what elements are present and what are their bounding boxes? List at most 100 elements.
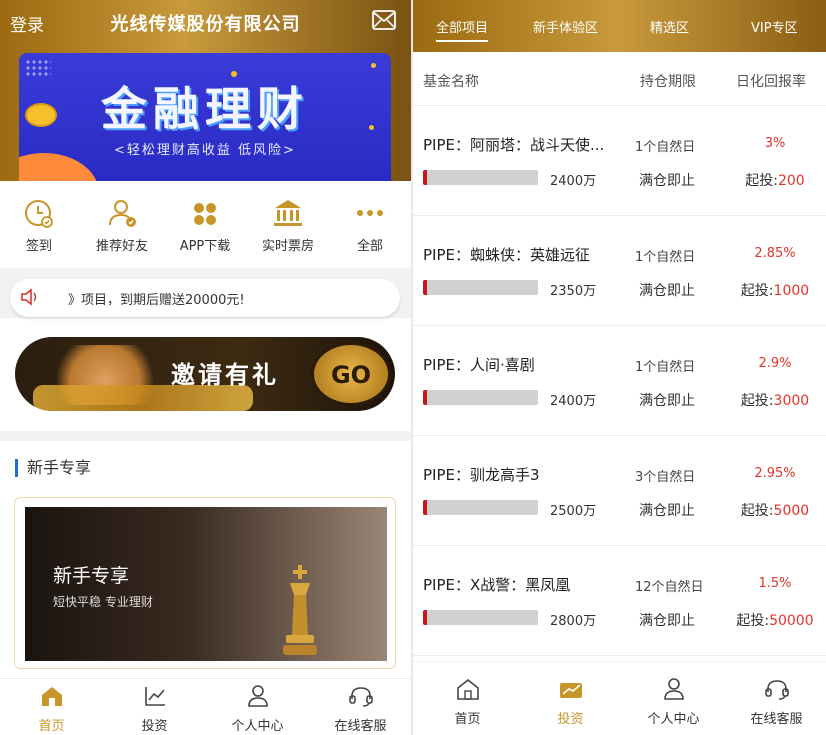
- nav-home[interactable]: 首页: [416, 678, 519, 727]
- fund-status: 满仓即止: [639, 613, 695, 629]
- quick-action-label: 全部: [356, 239, 383, 254]
- quick-action-label: 实时票房: [261, 239, 314, 254]
- fund-min-value: 3000: [773, 393, 810, 409]
- nav-home[interactable]: 首页: [0, 685, 103, 734]
- speaker-icon: [21, 288, 37, 306]
- home-icon: [456, 678, 479, 700]
- user-check-icon: [109, 200, 136, 227]
- fund-amount: 2500万: [550, 504, 597, 519]
- fund-progress-bar: [423, 170, 538, 185]
- chart-icon: [144, 687, 165, 706]
- nav-label: 首页: [38, 719, 65, 734]
- fund-rate: 2.95%: [754, 466, 796, 481]
- fund-min-invest: 起投:1000: [713, 280, 826, 300]
- quick-action-label: APP下载: [179, 239, 231, 254]
- fund-min-value: 5000: [773, 503, 810, 519]
- fund-status: 满仓即止: [639, 503, 695, 519]
- fund-row[interactable]: PIPE：人间·喜剧 1个自然日 2.9% 2400万 满仓即止 起投:3000: [413, 326, 826, 436]
- fund-progress-fill: [423, 170, 427, 185]
- nav-label: 投资: [557, 712, 584, 727]
- fund-progress-fill: [423, 500, 427, 515]
- bottom-nav: 首页 投资 个人中心 在线客服: [0, 678, 411, 735]
- divider: [0, 431, 411, 441]
- nav-label: 在线客服: [334, 719, 387, 734]
- newbie-card-subtitle: 短快平稳 专业理财: [53, 595, 153, 609]
- nav-service[interactable]: 在线客服: [725, 678, 826, 727]
- fund-row[interactable]: PIPE：驯龙高手3 3个自然日 2.95% 2500万 满仓即止 起投:5000: [413, 436, 826, 546]
- fund-rate: 2.9%: [758, 356, 792, 371]
- newbie-card[interactable]: 新手专享 短快平稳 专业理财: [14, 497, 396, 669]
- fund-min-invest: 起投:3000: [713, 390, 826, 410]
- bottom-nav: 首页 投资 个人中心 在线客服: [413, 661, 826, 735]
- fund-progress-bar: [423, 500, 538, 515]
- nav-invest[interactable]: 投资: [519, 678, 622, 727]
- quick-action-label: 签到: [25, 239, 52, 254]
- nav-invest[interactable]: 投资: [103, 685, 206, 734]
- invite-banner[interactable]: 邀请有礼 GO: [15, 337, 395, 411]
- home-header: 登录 光线传媒股份有限公司 金融理财 <轻松理财高收益 低风险>: [0, 0, 411, 181]
- fund-min-invest: 起投:50000: [713, 610, 826, 630]
- nav-profile[interactable]: 个人中心: [206, 685, 309, 734]
- clover-icon: [194, 203, 216, 225]
- quick-action-refer[interactable]: 推荐好友: [81, 195, 163, 254]
- fund-period: 12个自然日: [635, 580, 704, 595]
- fund-min-label: 起投:: [740, 283, 774, 299]
- quick-action-app[interactable]: APP下载: [164, 195, 246, 254]
- nav-label: 在线客服: [750, 712, 803, 727]
- fund-min-value: 200: [777, 173, 805, 189]
- nav-label: 投资: [141, 719, 168, 734]
- promo-banner[interactable]: 金融理财 <轻松理财高收益 低风险>: [19, 53, 391, 181]
- tab-all[interactable]: 全部项目: [436, 17, 489, 42]
- go-button[interactable]: GO: [311, 342, 391, 406]
- fund-amount: 2400万: [550, 394, 597, 409]
- fund-period: 1个自然日: [635, 360, 696, 375]
- mail-icon[interactable]: [372, 10, 396, 30]
- nav-service[interactable]: 在线客服: [309, 685, 411, 734]
- section-title: 新手专享: [15, 459, 91, 477]
- column-rate: 日化回报率: [736, 74, 806, 90]
- fund-min-label: 起投:: [736, 613, 770, 629]
- fund-progress-bar: [423, 390, 538, 405]
- home-icon: [41, 687, 62, 706]
- fund-min-value: 50000: [769, 613, 814, 629]
- fund-name: PIPE：蜘蛛侠：英雄远征: [423, 246, 590, 264]
- fund-progress-bar: [423, 610, 538, 625]
- chess-king-icon: [283, 565, 317, 655]
- fund-period: 3个自然日: [635, 470, 696, 485]
- tab-featured[interactable]: 精选区: [650, 17, 689, 36]
- fund-rate: 2.85%: [754, 246, 796, 261]
- tab-newbie[interactable]: 新手体验区: [533, 17, 598, 36]
- notice-bar[interactable]: 》项目，到期后赠送20000元!: [10, 279, 400, 317]
- quick-action-checkin[interactable]: 签到: [0, 195, 80, 254]
- fund-rate: 3%: [764, 136, 786, 151]
- quick-actions: 签到 推荐好友 APP下载 实时票房 全部: [0, 181, 411, 268]
- nav-label: 个人中心: [231, 719, 284, 734]
- fund-amount: 2400万: [550, 174, 597, 189]
- invest-screen: 全部项目 新手体验区 精选区 VIP专区 基金名称 持仓期限 日化回报率 PIP…: [413, 0, 826, 735]
- fund-row[interactable]: PIPE：蜘蛛侠：英雄远征 1个自然日 2.85% 2350万 满仓即止 起投:1000: [413, 216, 826, 326]
- user-icon: [247, 685, 268, 707]
- banner-title: 金融理财: [101, 82, 309, 136]
- quick-action-all[interactable]: 全部: [329, 195, 411, 254]
- company-title: 光线传媒股份有限公司: [110, 14, 301, 35]
- quick-action-label: 推荐好友: [95, 239, 148, 254]
- fund-rate: 1.5%: [758, 576, 792, 591]
- column-period: 持仓期限: [640, 74, 696, 90]
- fund-min-value: 1000: [773, 283, 810, 299]
- headset-icon: [348, 687, 373, 707]
- tab-vip[interactable]: VIP专区: [751, 17, 798, 36]
- category-tabs: 全部项目 新手体验区 精选区 VIP专区: [413, 0, 826, 52]
- fund-name: PIPE：人间·喜剧: [423, 356, 535, 374]
- nav-profile[interactable]: 个人中心: [622, 678, 725, 727]
- fund-table-header: 基金名称 持仓期限 日化回报率: [413, 52, 826, 106]
- quick-action-boxoffice[interactable]: 实时票房: [247, 195, 329, 254]
- headset-icon: [764, 680, 789, 700]
- fund-row[interactable]: PIPE：阿丽塔：战斗天使... 1个自然日 3% 2400万 满仓即止 起投:200: [413, 106, 826, 216]
- more-dots-icon: [357, 210, 383, 216]
- fund-progress-bar: [423, 280, 538, 295]
- notice-text: 》项目，到期后赠送20000元!: [68, 293, 245, 308]
- fund-progress-fill: [423, 280, 427, 295]
- user-icon: [663, 678, 684, 700]
- fund-row[interactable]: PIPE：X战警：黑凤凰 12个自然日 1.5% 2800万 满仓即止 起投:50000: [413, 546, 826, 656]
- newbie-card-image: 新手专享 短快平稳 专业理财: [25, 507, 387, 661]
